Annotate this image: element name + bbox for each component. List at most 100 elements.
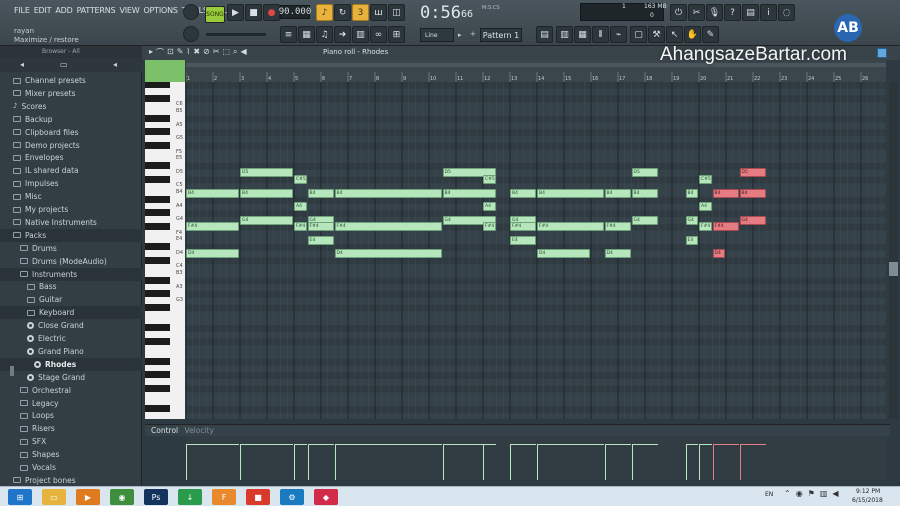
note-b4[interactable]: B4 <box>712 188 739 198</box>
note-d5[interactable]: D5 <box>739 168 766 178</box>
taskbar-settings-icon[interactable]: ⚙ <box>280 489 304 505</box>
tool-button-4[interactable]: ➜ <box>334 26 351 43</box>
stop-button[interactable]: ■ <box>245 4 262 21</box>
tool-button-2[interactable]: ▦ <box>298 26 315 43</box>
note-fs4[interactable]: F#4 <box>186 222 239 232</box>
tool-button-10[interactable]: ✋ <box>684 26 701 43</box>
black-key[interactable] <box>145 162 170 169</box>
vertical-scrollbar[interactable] <box>889 82 898 419</box>
piano-roll-button[interactable]: ▥ <box>556 26 573 43</box>
velocity-bar[interactable] <box>186 444 187 480</box>
note-b4[interactable]: B4 <box>334 188 442 198</box>
velocity-bar[interactable] <box>294 444 295 480</box>
tool-button-3[interactable]: ♫ <box>316 26 333 43</box>
velocity-bar[interactable] <box>334 444 336 480</box>
note-b4[interactable]: B4 <box>685 188 698 198</box>
taskbar-media-player-icon[interactable]: ▶ <box>76 489 100 505</box>
browser-item-electric[interactable]: Electric <box>0 332 142 345</box>
velocity-bar[interactable] <box>604 444 606 480</box>
wait-input-button[interactable]: ↻ <box>334 4 351 21</box>
browser-scroll-indicator[interactable] <box>10 366 14 376</box>
taskbar-app-red-icon[interactable]: ◆ <box>314 489 338 505</box>
pr-magnet-icon[interactable]: ⌒ <box>156 47 164 58</box>
browser-item-rhodes[interactable]: Rhodes <box>0 357 142 371</box>
note-fs4[interactable]: F#4 <box>699 222 712 232</box>
pr-pencil-icon[interactable]: ✎ <box>177 47 184 58</box>
browser-item-il-shared-data[interactable]: IL shared data <box>0 164 142 177</box>
taskbar-camtasia-icon[interactable]: ■ <box>246 489 270 505</box>
black-key[interactable] <box>145 337 170 345</box>
browser-item-legacy[interactable]: Legacy <box>0 397 142 410</box>
pitch-knob[interactable] <box>183 26 199 42</box>
black-key[interactable] <box>145 195 170 203</box>
tray-expand-icon[interactable]: ⌃ <box>784 489 791 498</box>
note-b4[interactable]: B4 <box>631 188 658 198</box>
note-g4[interactable]: G4 <box>739 215 766 225</box>
note-fs4[interactable]: F#4 <box>294 222 307 232</box>
menu-patterns[interactable]: PATTERNS <box>77 6 116 18</box>
browser-item-channel-presets[interactable]: Channel presets <box>0 74 142 87</box>
note-e4[interactable]: E4 <box>685 235 698 245</box>
browser-item-instruments[interactable]: Instruments <box>0 267 142 281</box>
loop-record-button[interactable]: ◫ <box>388 4 405 21</box>
menu-edit[interactable]: EDIT <box>34 6 52 18</box>
record-button[interactable]: ● <box>263 4 280 21</box>
note-d4[interactable]: D4 <box>604 249 631 259</box>
note-d4[interactable]: D4 <box>712 249 725 259</box>
pr-delete-icon[interactable]: ✖ <box>193 47 200 58</box>
tray-volume-icon[interactable]: ◀ <box>832 489 838 498</box>
cut-tool-button[interactable]: ✂ <box>688 4 705 21</box>
menu-options[interactable]: OPTIONS <box>143 6 178 18</box>
note-b4[interactable]: B4 <box>307 188 334 198</box>
note-d4[interactable]: D4 <box>334 249 442 259</box>
note-b4[interactable]: B4 <box>240 188 293 198</box>
snap-selector[interactable]: Line <box>420 28 454 42</box>
note-cs5[interactable]: C#5 <box>483 175 496 184</box>
browser-item-bass[interactable]: Bass <box>0 280 142 293</box>
pr-select-icon[interactable]: ⬚ <box>222 47 230 58</box>
note-g4[interactable]: G4 <box>631 215 658 225</box>
tempo-display[interactable]: 90.000 <box>279 5 311 19</box>
channel-rack-button[interactable]: ▦ <box>574 26 591 43</box>
browser-item-mixer-presets[interactable]: Mixer presets <box>0 87 142 100</box>
language-indicator[interactable]: EN <box>765 491 773 498</box>
tool-button-9[interactable]: ↖ <box>666 26 683 43</box>
tool-button-1[interactable]: ≡ <box>280 26 297 43</box>
browser-button[interactable]: ▢ <box>630 26 647 43</box>
browser-item-impulses[interactable]: Impulses <box>0 177 142 190</box>
piano-keyboard[interactable]: C6 B5 A5 G5 F5 E5 D5 C5 B4 A4 G4 F4 E4 D4 C4 B3 A3 G3 <box>145 82 185 419</box>
note-cs5[interactable]: C#5 <box>294 175 307 184</box>
black-key[interactable] <box>145 290 170 298</box>
master-pitch-slider[interactable] <box>206 33 266 36</box>
note-b4[interactable]: B4 <box>442 188 496 198</box>
browser-item-close-grand[interactable]: Close Grand <box>0 319 142 332</box>
pattern-add-icon[interactable]: + <box>470 30 476 38</box>
note-fs4[interactable]: F#4 <box>334 222 442 232</box>
note-g4[interactable]: G4 <box>240 215 293 225</box>
velocity-bar[interactable] <box>699 444 700 480</box>
browser-item-demo-projects[interactable]: Demo projects <box>0 139 142 152</box>
tray-record-icon[interactable]: ◉ <box>796 489 803 498</box>
note-b4[interactable]: B4 <box>739 188 766 198</box>
browser-item-stage-grand[interactable]: Stage Grand <box>0 371 142 384</box>
pr-menu-icon[interactable]: ▸ <box>149 47 153 58</box>
velocity-lane[interactable] <box>186 436 886 480</box>
browser-item-grand-piano[interactable]: Grand Piano <box>0 345 142 358</box>
mixer-button[interactable]: ⫴ <box>592 26 609 43</box>
note-fs4[interactable]: F#4 <box>712 222 739 232</box>
song-mode-button[interactable]: SONG <box>205 6 225 23</box>
tray-flag-icon[interactable]: ⚑ <box>808 489 815 498</box>
black-key[interactable] <box>145 256 170 264</box>
pr-zoom-icon[interactable]: ⌕ <box>233 47 237 58</box>
browser-item-native-instruments[interactable]: Native Instruments <box>0 216 142 229</box>
browser-item-scores[interactable]: ♪ Scores <box>0 100 142 113</box>
black-key[interactable] <box>145 324 170 331</box>
browser-collapse-icon[interactable]: ▭ <box>60 60 68 69</box>
taskbar-photoshop-icon[interactable]: Ps <box>144 489 168 505</box>
note-fs4[interactable]: F#4 <box>510 222 536 232</box>
note-fs4[interactable]: F#4 <box>604 222 631 232</box>
note-b4[interactable]: B4 <box>604 188 631 198</box>
note-b4[interactable]: B4 <box>186 188 239 198</box>
master-volume-knob[interactable] <box>183 4 199 20</box>
tool-button-6[interactable]: ∞ <box>370 26 387 43</box>
